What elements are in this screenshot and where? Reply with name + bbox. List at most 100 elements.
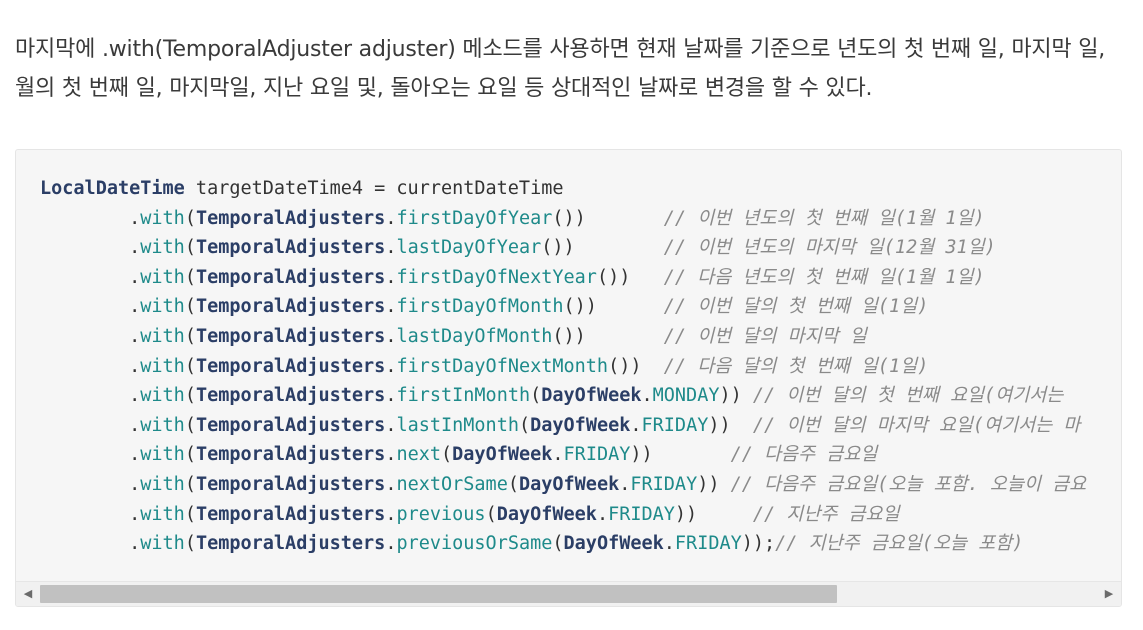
code-token-plain: ( (184, 414, 196, 436)
code-token-plain: . (385, 503, 397, 525)
code-line: .with(TemporalAdjusters.firstDayOfMonth(… (40, 292, 1086, 322)
code-token-plain: ( (552, 533, 564, 555)
code-token-type: DayOfWeek (496, 503, 597, 525)
code-token-plain: . (40, 325, 141, 347)
code-token-plain: . (385, 325, 397, 347)
code-token-method: with (140, 473, 185, 495)
code-token-plain: ( (184, 325, 196, 347)
code-block: LocalDateTime targetDateTime4 = currentD… (15, 149, 1122, 607)
code-token-plain: ( (485, 503, 497, 525)
description-paragraph: 마지막에 .with(TemporalAdjuster adjuster) 메소… (15, 37, 1106, 101)
code-token-comment: // 다음 년도의 첫 번째 일(1월 1일) (663, 266, 985, 288)
code-token-method: with (140, 503, 185, 525)
code-token-const: FRIDAY (630, 473, 698, 495)
code-token-method: firstDayOfMonth (396, 296, 564, 318)
code-token-plain: )) (697, 473, 731, 495)
code-line: .with(TemporalAdjusters.previousOrSame(D… (40, 529, 1086, 559)
code-token-method: with (140, 385, 185, 407)
code-token-type: TemporalAdjusters (195, 296, 386, 318)
code-token-plain: ( (184, 533, 196, 555)
code-line: .with(TemporalAdjusters.lastDayOfYear())… (40, 233, 1086, 263)
code-token-plain: ()) (541, 237, 664, 259)
code-token-plain: . (385, 444, 397, 466)
code-token-plain: . (40, 473, 141, 495)
code-token-method: firstDayOfYear (396, 207, 553, 229)
code-token-plain: ( (184, 207, 196, 229)
code-token-plain: ( (184, 296, 196, 318)
code-token-plain: ( (530, 385, 542, 407)
scrollbar-track[interactable] (40, 585, 1097, 603)
code-token-method: with (140, 325, 185, 347)
code-token-plain: ( (184, 266, 196, 288)
code-token-comment: // 지난주 금요일 (752, 503, 900, 525)
code-token-plain: targetDateTime4 = currentDateTime (184, 178, 564, 199)
code-line: .with(TemporalAdjusters.lastInMonth(DayO… (40, 411, 1086, 441)
code-token-type: DayOfWeek (452, 444, 553, 466)
code-token-method: next (396, 444, 442, 466)
code-token-const: FRIDAY (563, 444, 631, 466)
code-token-type: TemporalAdjusters (195, 444, 386, 466)
code-token-plain: ( (184, 503, 196, 525)
code-token-type: TemporalAdjusters (195, 414, 386, 436)
code-token-plain: . (385, 207, 397, 229)
code-token-method: with (140, 414, 185, 436)
code-token-plain: . (40, 414, 141, 436)
code-token-plain: ()) (608, 355, 664, 377)
code-token-plain: . (385, 355, 397, 377)
code-token-type: TemporalAdjusters (195, 503, 386, 525)
code-token-plain: . (619, 473, 631, 495)
code-line: .with(TemporalAdjusters.firstDayOfNextMo… (40, 352, 1086, 382)
code-token-plain: . (552, 444, 564, 466)
code-token-method: with (140, 237, 185, 259)
code-token-plain: . (596, 503, 609, 525)
code-line: LocalDateTime targetDateTime4 = currentD… (40, 174, 1086, 204)
code-token-method: lastDayOfYear (396, 237, 542, 259)
code-token-method: nextOrSame (396, 473, 508, 495)
code-token-plain: ( (184, 444, 196, 466)
code-token-type: LocalDateTime (40, 178, 185, 199)
code-token-type: DayOfWeek (563, 533, 664, 555)
code-token-plain: . (40, 385, 141, 407)
code-token-method: firstDayOfNextMonth (396, 355, 609, 377)
code-token-plain: )) (630, 444, 731, 466)
code-token-plain: ( (507, 473, 519, 495)
code-line: .with(TemporalAdjusters.previous(DayOfWe… (40, 500, 1086, 530)
code-token-type: DayOfWeek (541, 385, 642, 407)
code-token-method: lastInMonth (396, 414, 519, 436)
code-token-plain: . (40, 533, 141, 555)
code-token-plain: )); (741, 533, 776, 555)
code-token-plain: ()) (596, 266, 664, 288)
code-token-type: TemporalAdjusters (195, 325, 386, 347)
horizontal-scrollbar[interactable]: ◀ ▶ (16, 581, 1121, 606)
code-token-plain: . (40, 207, 141, 229)
code-token-type: TemporalAdjusters (195, 385, 386, 407)
code-token-method: with (140, 444, 185, 466)
code-token-comment: // 지난주 금요일(오늘 포함) (775, 533, 1024, 555)
code-token-method: with (140, 266, 185, 288)
code-token-plain: . (385, 296, 397, 318)
code-token-comment: // 이번 달의 마지막 일 (663, 325, 867, 347)
code-token-plain: . (385, 473, 397, 495)
code-token-type: TemporalAdjusters (195, 207, 386, 229)
code-token-type: TemporalAdjusters (195, 533, 386, 555)
code-token-type: TemporalAdjusters (195, 473, 386, 495)
code-token-type: TemporalAdjusters (195, 355, 386, 377)
code-token-method: with (140, 355, 185, 377)
code-token-plain: ( (441, 444, 453, 466)
code-token-plain: . (40, 444, 141, 466)
code-token-plain: . (40, 237, 141, 259)
code-token-comment: // 이번 달의 마지막 요일(여기서는 마 (752, 414, 1081, 436)
code-token-plain: . (385, 237, 397, 259)
code-token-comment: // 이번 달의 첫 번째 요일(여기서는 (752, 385, 1075, 407)
code-line: .with(TemporalAdjusters.next(DayOfWeek.F… (40, 440, 1086, 470)
code-token-type: TemporalAdjusters (195, 266, 386, 288)
code-token-comment: // 다음주 금요일(오늘 포함. 오늘이 금요 (730, 473, 1087, 495)
code-token-plain: ( (184, 355, 196, 377)
scrollbar-thumb[interactable] (40, 585, 837, 603)
code-token-plain: )) (719, 385, 753, 407)
code-token-comment: // 다음 달의 첫 번째 일(1일) (663, 355, 929, 377)
scroll-right-arrow-icon[interactable]: ▶ (1099, 582, 1119, 606)
code-token-method: with (140, 207, 185, 229)
scroll-left-arrow-icon[interactable]: ◀ (18, 582, 38, 606)
code-line: .with(TemporalAdjusters.firstInMonth(Day… (40, 381, 1086, 411)
